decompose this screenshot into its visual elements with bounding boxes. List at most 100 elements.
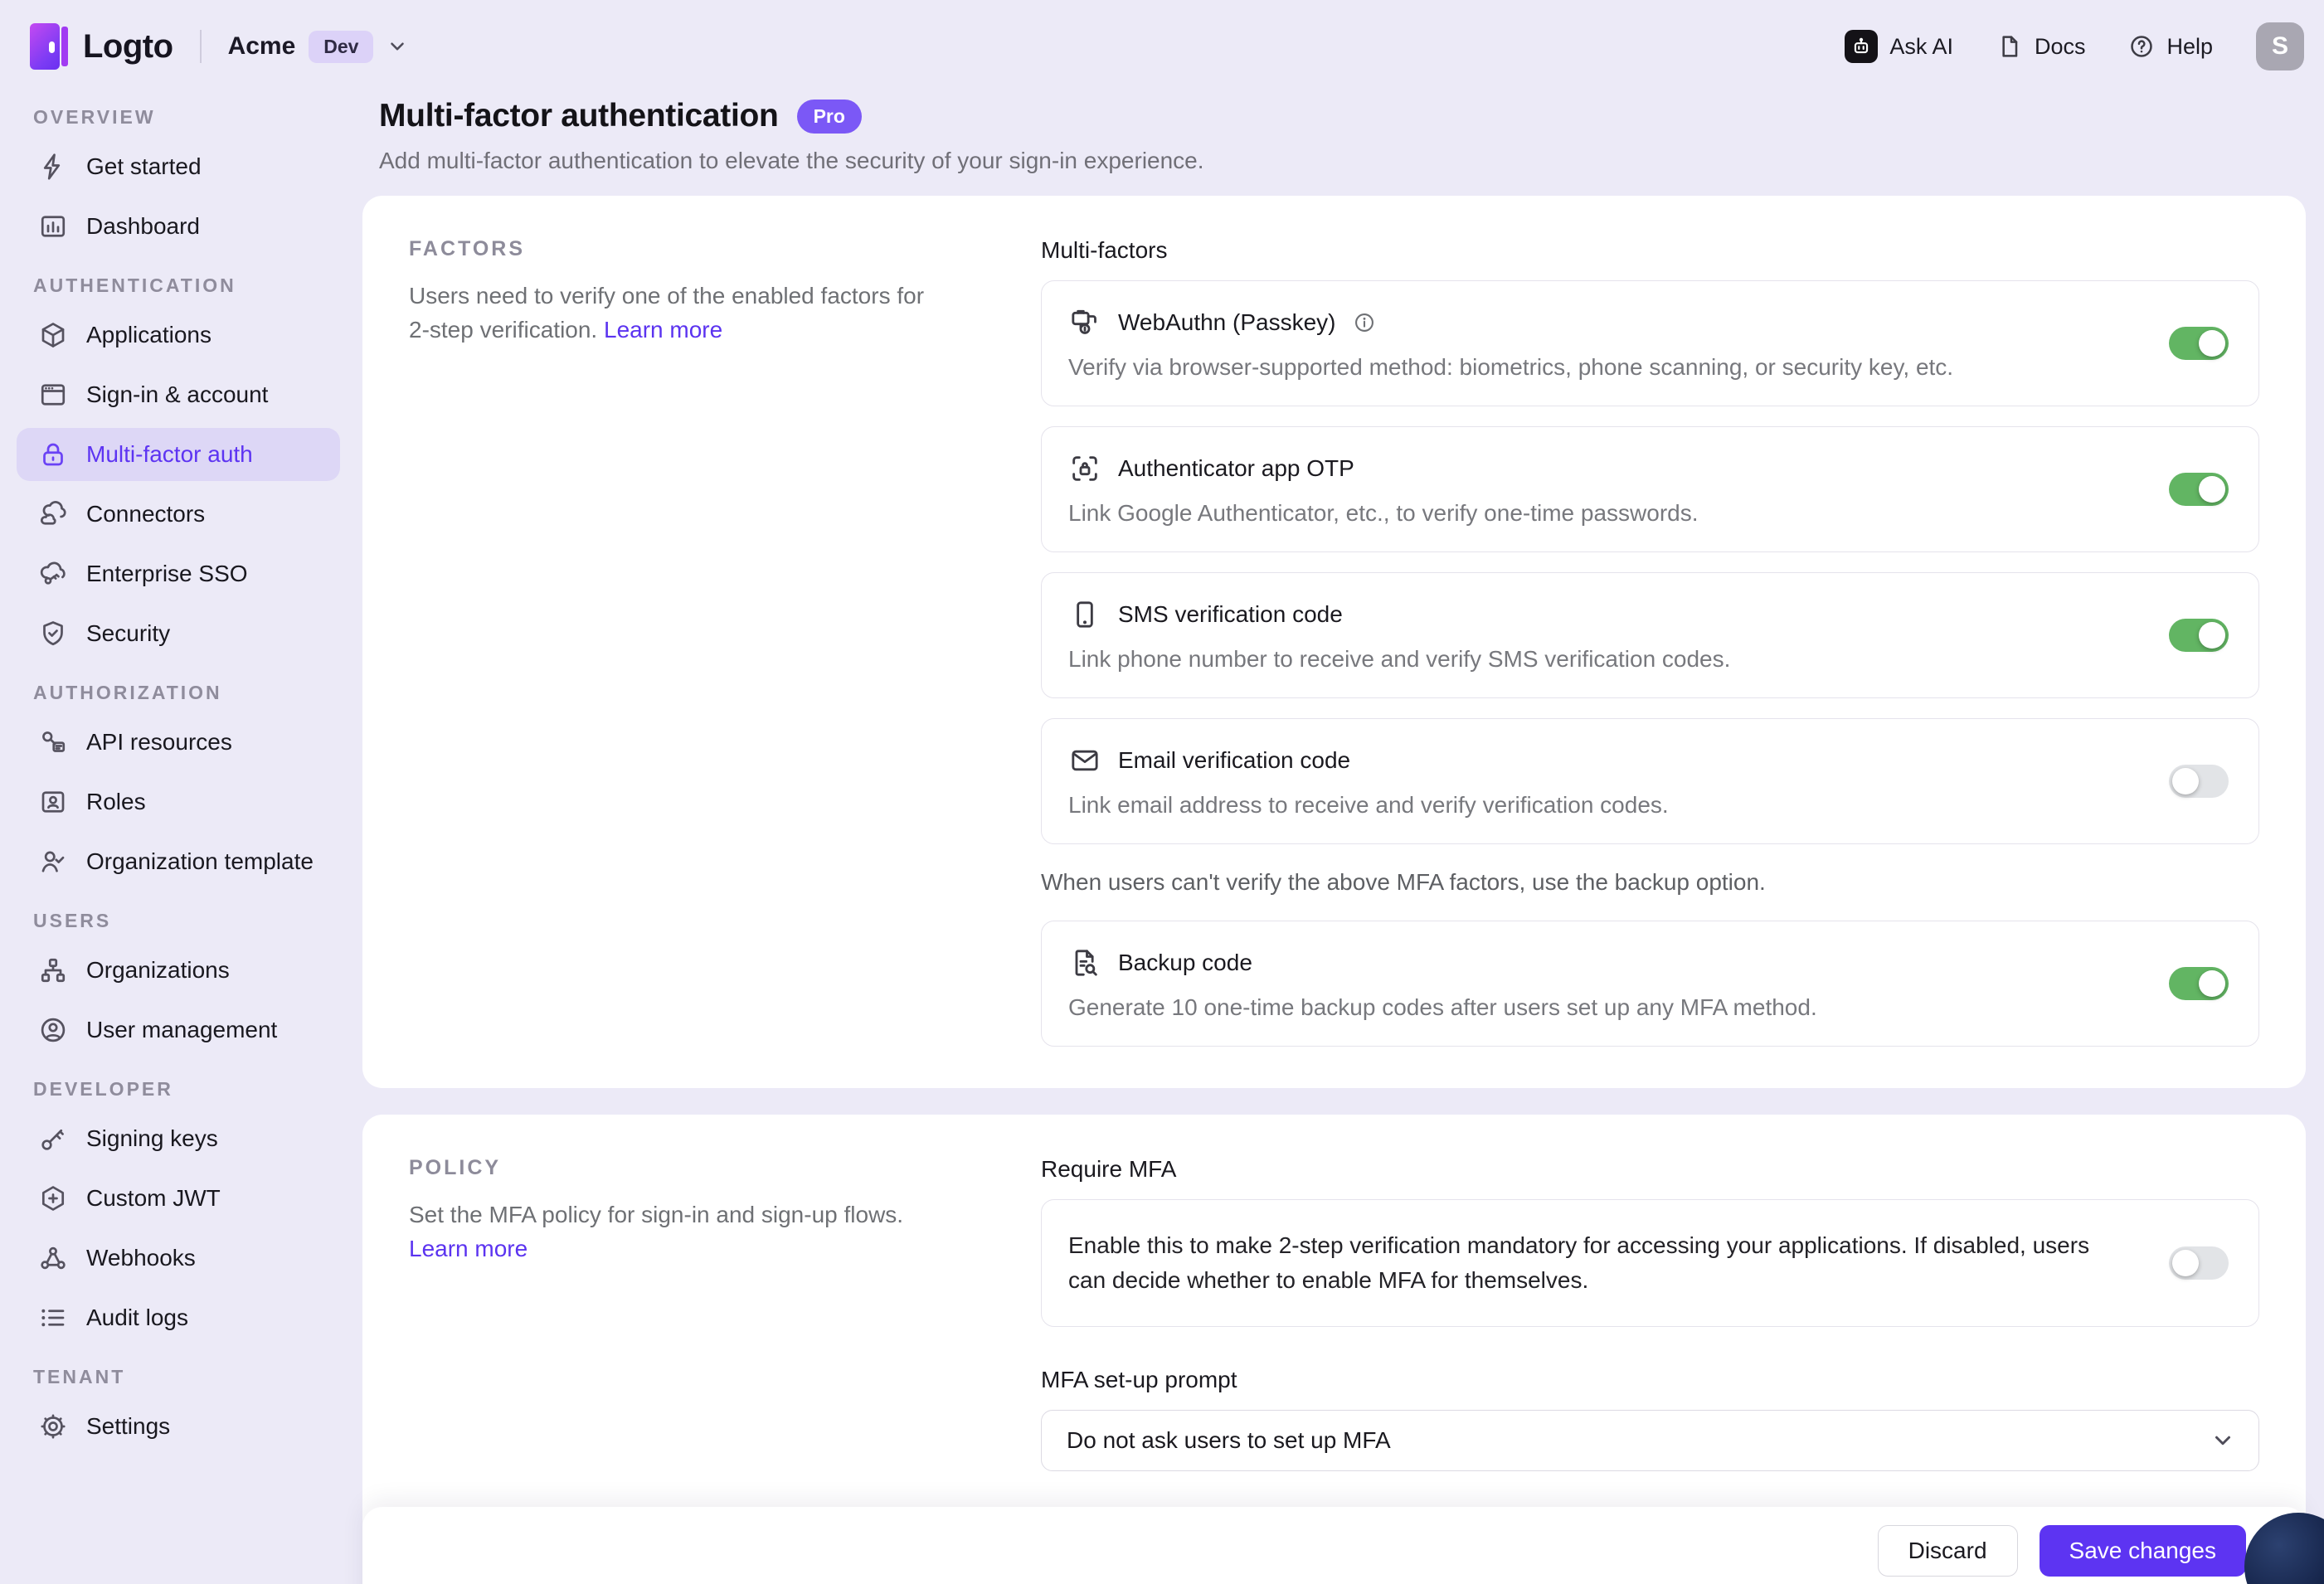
roles-icon bbox=[38, 787, 68, 817]
tenant-name: Acme bbox=[228, 32, 296, 61]
ask-ai-icon bbox=[1845, 30, 1878, 63]
logo[interactable]: Logto bbox=[30, 23, 173, 70]
policy-section-label: POLICY bbox=[409, 1156, 940, 1180]
policy-section-description: Set the MFA policy for sign-in and sign-… bbox=[409, 1202, 903, 1227]
webhook-icon bbox=[38, 1243, 68, 1273]
sidebar-item-audit-logs[interactable]: Audit logs bbox=[17, 1291, 340, 1344]
sidebar-item-get-started[interactable]: Get started bbox=[17, 140, 340, 193]
top-bar: Logto Acme Dev Ask AI Docs Help S bbox=[0, 0, 2324, 93]
factor-name: SMS verification code bbox=[1118, 601, 1343, 628]
page-subtitle: Add multi-factor authentication to eleva… bbox=[379, 148, 2306, 174]
sidebar-item-multi-factor-auth[interactable]: Multi-factor auth bbox=[17, 428, 340, 481]
browser-window-icon bbox=[38, 380, 68, 410]
factor-description: Generate 10 one-time backup codes after … bbox=[1068, 994, 2126, 1021]
factor-row-authenticator-otp: Authenticator app OTP Link Google Authen… bbox=[1041, 426, 2259, 552]
app-root: Logto Acme Dev Ask AI Docs Help S bbox=[0, 0, 2324, 1584]
discard-button[interactable]: Discard bbox=[1878, 1525, 2018, 1577]
require-mfa-toggle[interactable] bbox=[2169, 1246, 2229, 1280]
otp-scan-lock-icon bbox=[1068, 452, 1101, 485]
key-icon bbox=[38, 1124, 68, 1154]
factor-row-webauthn: WebAuthn (Passkey) Verify via browser-su… bbox=[1041, 280, 2259, 406]
mail-icon bbox=[1068, 744, 1101, 777]
sidebar-item-user-management[interactable]: User management bbox=[17, 1003, 340, 1057]
factor-name: Email verification code bbox=[1118, 747, 1350, 774]
ask-ai-label: Ask AI bbox=[1889, 34, 1953, 60]
hexagon-plus-icon bbox=[38, 1183, 68, 1213]
sidebar-item-applications[interactable]: Applications bbox=[17, 309, 340, 362]
api-resources-icon bbox=[38, 727, 68, 757]
sidebar-item-signing-keys[interactable]: Signing keys bbox=[17, 1112, 340, 1165]
webauthn-toggle[interactable] bbox=[2169, 327, 2229, 360]
sidebar-item-connectors[interactable]: Connectors bbox=[17, 488, 340, 541]
mfa-setup-prompt-value: Do not ask users to set up MFA bbox=[1067, 1427, 1391, 1454]
backup-code-toggle[interactable] bbox=[2169, 967, 2229, 1000]
save-changes-button[interactable]: Save changes bbox=[2040, 1525, 2246, 1577]
sidebar-section-users: USERS bbox=[33, 910, 340, 932]
lightning-icon bbox=[38, 152, 68, 182]
chevron-down-icon bbox=[2210, 1428, 2235, 1453]
sidebar-item-sign-in-account[interactable]: Sign-in & account bbox=[17, 368, 340, 421]
sidebar-item-security[interactable]: Security bbox=[17, 607, 340, 660]
list-icon bbox=[38, 1303, 68, 1333]
passkey-icon bbox=[1068, 306, 1101, 339]
phone-icon bbox=[1068, 598, 1101, 631]
factor-description: Link phone number to receive and verify … bbox=[1068, 646, 2126, 673]
require-mfa-card: Enable this to make 2-step verification … bbox=[1041, 1199, 2259, 1327]
help-label: Help bbox=[2166, 34, 2213, 60]
backup-note: When users can't verify the above MFA fa… bbox=[1041, 869, 2259, 896]
factors-section-info: FACTORS Users need to verify one of the … bbox=[409, 237, 940, 1047]
factor-row-backup-code: Backup code Generate 10 one-time backup … bbox=[1041, 921, 2259, 1047]
user-circle-icon bbox=[38, 1015, 68, 1045]
sidebar-section-tenant: TENANT bbox=[33, 1366, 340, 1388]
policy-learn-more-link[interactable]: Learn more bbox=[409, 1236, 528, 1261]
multi-factors-title: Multi-factors bbox=[1041, 237, 2259, 264]
sidebar-section-authentication: AUTHENTICATION bbox=[33, 275, 340, 297]
sidebar-item-roles[interactable]: Roles bbox=[17, 775, 340, 828]
user-avatar[interactable]: S bbox=[2256, 22, 2304, 70]
docs-button[interactable]: Docs bbox=[1996, 33, 2086, 60]
tenant-selector[interactable]: Acme Dev bbox=[228, 31, 409, 63]
sidebar-section-developer: DEVELOPER bbox=[33, 1078, 340, 1101]
header-divider bbox=[200, 30, 202, 63]
help-icon bbox=[2128, 33, 2155, 60]
ask-ai-button[interactable]: Ask AI bbox=[1845, 30, 1953, 63]
sidebar-item-custom-jwt[interactable]: Custom JWT bbox=[17, 1172, 340, 1225]
factor-description: Link Google Authenticator, etc., to veri… bbox=[1068, 500, 2126, 527]
help-button[interactable]: Help bbox=[2128, 33, 2213, 60]
shield-check-icon bbox=[38, 619, 68, 649]
pro-badge: Pro bbox=[797, 100, 862, 134]
bar-chart-icon bbox=[38, 211, 68, 241]
connectors-cloud-icon bbox=[38, 499, 68, 529]
env-badge: Dev bbox=[309, 31, 373, 63]
person-check-icon bbox=[38, 847, 68, 877]
page-title: Multi-factor authentication bbox=[379, 98, 779, 134]
info-icon[interactable] bbox=[1353, 311, 1376, 334]
sms-toggle[interactable] bbox=[2169, 619, 2229, 652]
mfa-setup-prompt-select[interactable]: Do not ask users to set up MFA bbox=[1041, 1410, 2259, 1471]
require-mfa-label: Require MFA bbox=[1041, 1156, 2259, 1183]
sidebar-item-organization-template[interactable]: Organization template bbox=[17, 835, 340, 888]
org-chart-icon bbox=[38, 955, 68, 985]
docs-icon bbox=[1996, 33, 2023, 60]
sidebar-item-webhooks[interactable]: Webhooks bbox=[17, 1232, 340, 1285]
gear-icon bbox=[38, 1412, 68, 1441]
factors-learn-more-link[interactable]: Learn more bbox=[604, 317, 722, 343]
factor-description: Link email address to receive and verify… bbox=[1068, 792, 2126, 819]
sidebar-item-dashboard[interactable]: Dashboard bbox=[17, 200, 340, 253]
factors-card: FACTORS Users need to verify one of the … bbox=[362, 196, 2306, 1088]
chevron-down-icon bbox=[387, 36, 408, 57]
require-mfa-description: Enable this to make 2-step verification … bbox=[1068, 1228, 2126, 1298]
factor-row-email: Email verification code Link email addre… bbox=[1041, 718, 2259, 844]
sidebar-item-settings[interactable]: Settings bbox=[17, 1400, 340, 1453]
main-content: Multi-factor authentication Pro Add mult… bbox=[362, 93, 2306, 1584]
factor-row-sms: SMS verification code Link phone number … bbox=[1041, 572, 2259, 698]
mfa-setup-prompt-label: MFA set-up prompt bbox=[1041, 1367, 2259, 1393]
header-actions: Ask AI Docs Help S bbox=[1845, 22, 2304, 70]
factor-name: Authenticator app OTP bbox=[1118, 455, 1354, 482]
authenticator-otp-toggle[interactable] bbox=[2169, 473, 2229, 506]
factor-description: Verify via browser-supported method: bio… bbox=[1068, 354, 2126, 381]
email-toggle[interactable] bbox=[2169, 765, 2229, 798]
sidebar-item-enterprise-sso[interactable]: Enterprise SSO bbox=[17, 547, 340, 600]
sidebar-item-api-resources[interactable]: API resources bbox=[17, 716, 340, 769]
sidebar-item-organizations[interactable]: Organizations bbox=[17, 944, 340, 997]
